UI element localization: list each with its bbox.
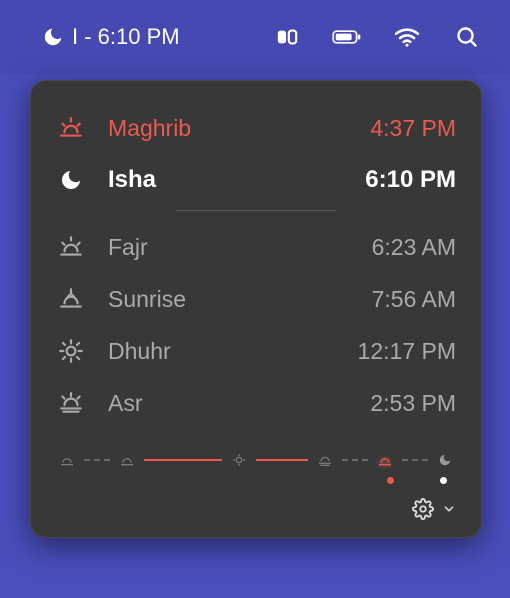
prayer-row-asr[interactable]: Asr 2:53 PM <box>56 377 456 429</box>
sun-icon <box>56 338 86 364</box>
prayer-time: 6:10 PM <box>365 166 456 194</box>
prayer-name: Sunrise <box>108 286 186 313</box>
menubar-status-text: I - 6:10 PM <box>72 24 180 50</box>
day-timeline <box>56 451 456 469</box>
timeline-dhuhr-icon <box>230 451 248 469</box>
settings-button[interactable] <box>412 498 434 520</box>
timeline-maghrib-icon <box>376 451 394 469</box>
moon-icon <box>56 168 86 192</box>
prayer-time: 12:17 PM <box>358 338 456 365</box>
dot-active <box>387 477 394 484</box>
prayer-name: Fajr <box>108 234 148 261</box>
afternoon-icon <box>56 390 86 416</box>
timeline-indicator-dots <box>56 477 456 484</box>
prayer-time: 4:37 PM <box>370 115 456 142</box>
prayer-name: Dhuhr <box>108 338 171 365</box>
section-divider <box>176 210 336 211</box>
search-icon[interactable] <box>452 22 482 52</box>
timeline-isha-icon <box>436 451 454 469</box>
moon-icon <box>42 26 64 48</box>
sunrise-icon <box>56 286 86 312</box>
menubar-app-status[interactable]: I - 6:10 PM <box>42 24 180 50</box>
timeline-sunrise-icon <box>118 451 136 469</box>
prayer-times-panel: Maghrib 4:37 PM Isha 6:10 PM Fajr 6:23 A… <box>30 80 482 538</box>
prayer-row-isha[interactable]: Isha 6:10 PM <box>56 154 456 206</box>
prayer-row-maghrib[interactable]: Maghrib 4:37 PM <box>56 102 456 154</box>
battery-icon[interactable] <box>332 22 362 52</box>
prayer-time: 2:53 PM <box>370 390 456 417</box>
timeline-asr-icon <box>316 451 334 469</box>
chevron-down-icon[interactable] <box>442 502 456 516</box>
control-center-icon[interactable] <box>272 22 302 52</box>
sunset-icon <box>56 115 86 141</box>
prayer-row-dhuhr[interactable]: Dhuhr 12:17 PM <box>56 325 456 377</box>
macos-menubar: I - 6:10 PM <box>0 0 510 74</box>
prayer-name: Maghrib <box>108 115 191 142</box>
dot-next <box>440 477 447 484</box>
prayer-row-fajr[interactable]: Fajr 6:23 AM <box>56 221 456 273</box>
prayer-time: 6:23 AM <box>372 234 456 261</box>
wifi-icon[interactable] <box>392 22 422 52</box>
dawn-icon <box>56 234 86 260</box>
prayer-name: Asr <box>108 390 143 417</box>
prayer-row-sunrise[interactable]: Sunrise 7:56 AM <box>56 273 456 325</box>
timeline-fajr-icon <box>58 451 76 469</box>
prayer-name: Isha <box>108 166 156 194</box>
prayer-time: 7:56 AM <box>372 286 456 313</box>
